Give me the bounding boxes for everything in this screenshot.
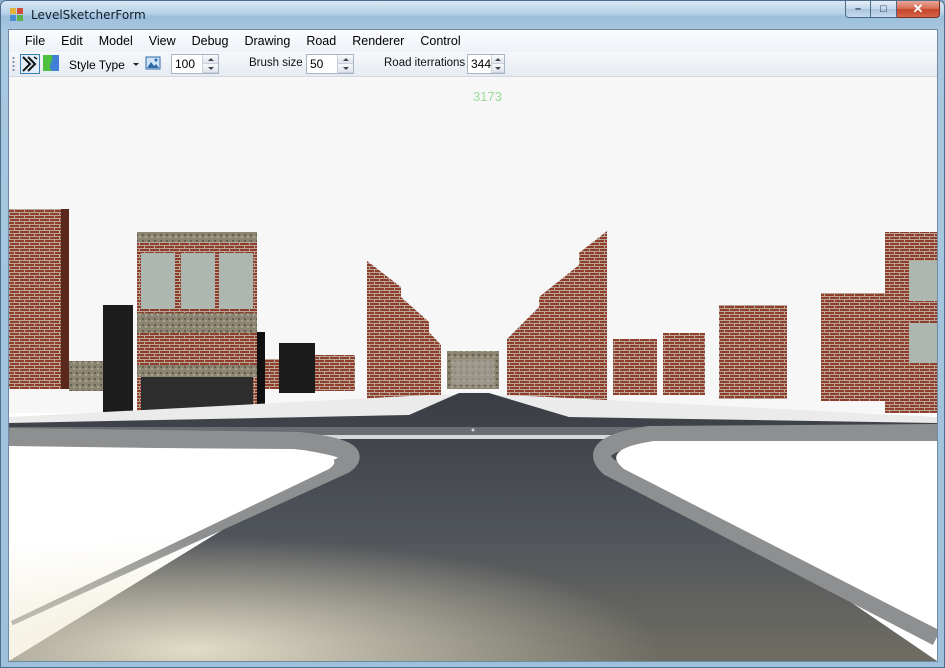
close-button[interactable]: ✕: [897, 1, 940, 18]
brush-size-stepper[interactable]: 50: [306, 54, 354, 74]
close-icon: ✕: [912, 1, 924, 16]
chevron-up-icon: [207, 57, 214, 61]
terrain-paint-tool-button[interactable]: [42, 54, 62, 74]
stepper-up-button[interactable]: [492, 55, 504, 64]
image-tool-button[interactable]: [144, 54, 164, 74]
style-type-dropdown[interactable]: Style Type: [69, 58, 125, 72]
chevron-down-icon[interactable]: [133, 63, 139, 66]
road-iterations-value: 344: [471, 57, 492, 71]
terrain-paint-icon: [43, 55, 59, 71]
road-draw-icon: [22, 56, 38, 72]
client-area: File Edit Model View Debug Drawing Road …: [8, 29, 938, 662]
menu-model[interactable]: Model: [91, 31, 141, 51]
stepper-up-button[interactable]: [203, 55, 218, 64]
window-title: LevelSketcherForm: [31, 8, 146, 22]
menu-renderer[interactable]: Renderer: [344, 31, 412, 51]
stepper-down-button[interactable]: [492, 64, 504, 73]
brush-size-value: 50: [310, 57, 324, 71]
chevron-down-icon: [342, 66, 349, 70]
menu-debug[interactable]: Debug: [184, 31, 237, 51]
fps-counter: 3173: [473, 89, 502, 104]
menu-bar: File Edit Model View Debug Drawing Road …: [9, 30, 937, 52]
application-window: LevelSketcherForm – □ ✕ File Edit Model …: [0, 0, 945, 668]
road-iterations-stepper[interactable]: 344: [467, 54, 505, 74]
chevron-up-icon: [495, 57, 501, 61]
menu-drawing[interactable]: Drawing: [236, 31, 298, 51]
style-value: 100: [175, 57, 196, 71]
minimize-icon: –: [854, 3, 862, 15]
chevron-down-icon: [495, 66, 501, 70]
image-icon: [145, 56, 161, 70]
chevron-down-icon: [207, 66, 214, 70]
minimize-button[interactable]: –: [845, 1, 871, 18]
menu-edit[interactable]: Edit: [53, 31, 91, 51]
app-icon[interactable]: [10, 8, 24, 21]
road-iterations-label: Road iterrations: [384, 57, 466, 69]
brush-size-label: Brush size: [249, 57, 303, 69]
menu-file[interactable]: File: [17, 31, 53, 51]
caption-buttons: – □ ✕: [845, 1, 940, 19]
toolbar: Style Type 100 Brush size 50 Road iterra…: [9, 52, 937, 77]
menu-control[interactable]: Control: [412, 31, 468, 51]
maximize-icon: □: [880, 3, 887, 15]
stepper-down-button[interactable]: [203, 64, 218, 73]
road-draw-tool-button[interactable]: [20, 54, 40, 74]
menu-view[interactable]: View: [141, 31, 184, 51]
style-value-stepper[interactable]: 100: [171, 54, 219, 74]
stepper-down-button[interactable]: [338, 64, 353, 73]
maximize-button[interactable]: □: [871, 1, 897, 18]
3d-viewport[interactable]: 3173: [9, 77, 937, 661]
title-bar[interactable]: LevelSketcherForm – □ ✕: [1, 1, 944, 29]
toolbar-grip[interactable]: [12, 56, 15, 73]
stepper-up-button[interactable]: [338, 55, 353, 64]
chevron-up-icon: [342, 57, 349, 61]
menu-road[interactable]: Road: [298, 31, 344, 51]
city-scene-render: [9, 77, 937, 661]
